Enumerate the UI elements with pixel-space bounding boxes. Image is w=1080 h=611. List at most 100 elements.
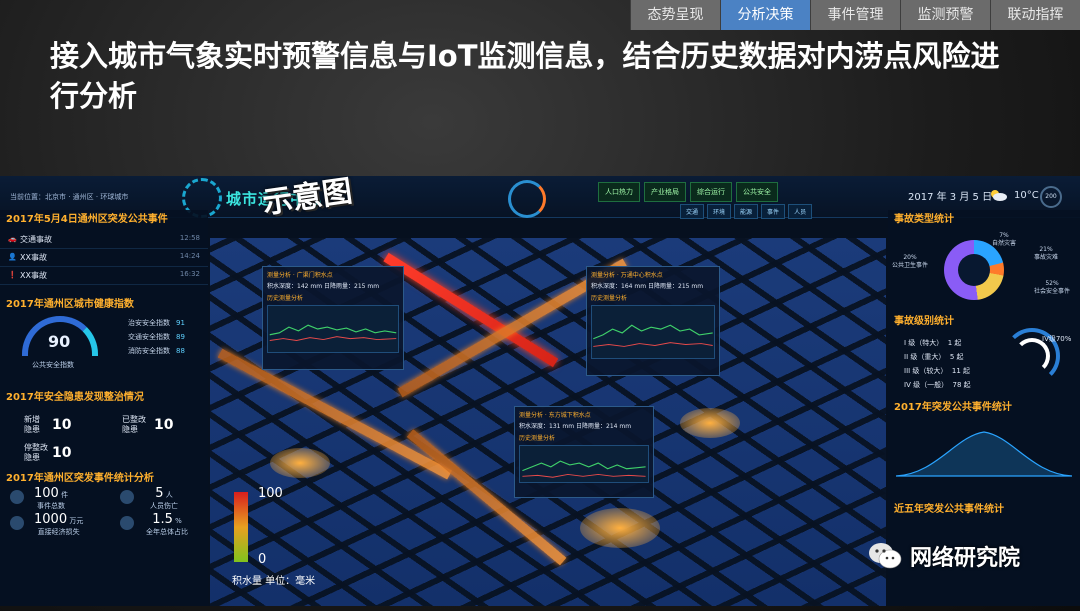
hazard-new-label: 新增 隐患 [24, 415, 40, 434]
level-row: III 级（较大） 11 起 [904, 367, 971, 375]
aqi-badge: 200 [1040, 186, 1062, 208]
popup-history-label: 历史测量分析 [519, 435, 556, 442]
event-name: XX事故 [20, 253, 47, 262]
filter-environment[interactable]: 环境 [707, 204, 732, 219]
temperature: 10°C [1014, 190, 1039, 201]
layer-button-industry[interactable]: 产业格局 [644, 182, 686, 202]
popup-title: 测量分析 · 万通中心积水点 [591, 272, 663, 279]
health-item-label: 治安安全指数 [128, 319, 170, 327]
popup-rain-label: 日降雨量： [324, 283, 355, 290]
pct-health: 20% 公共卫生事件 [892, 254, 929, 269]
hazard-widget: 新增 隐患 10 已整改 隐患 10 停整改 隐患 10 [0, 403, 208, 469]
popup-line-chart [519, 445, 649, 483]
popup-rain-label: 日降雨量： [648, 283, 679, 290]
popup-depth-unit: mm [310, 283, 323, 290]
popup-line-chart [591, 305, 715, 359]
health-value: 90 [48, 332, 71, 351]
popup-depth-label: 积水深度： [267, 283, 298, 290]
event-time: 12:58 [179, 234, 200, 242]
radar-gauge-icon [508, 180, 546, 218]
popup-depth-label: 积水深度： [591, 283, 622, 290]
top-navigation: 态势呈现 分析决策 事件管理 监测预警 联动指挥 [630, 0, 1080, 30]
tab-situation[interactable]: 态势呈现 [630, 0, 720, 30]
popup-rain-unit: mm [691, 283, 704, 290]
popup-depth-value: 164 [621, 283, 633, 290]
filter-people[interactable]: 人员 [788, 204, 813, 219]
hazard-stop-value: 10 [52, 445, 72, 461]
person-icon: 👤 [8, 253, 17, 261]
health-item-value: 89 [176, 333, 185, 341]
sensor-popup[interactable]: 测量分析 · 东方城下积水点 积水深度：131 mm 日降雨量：214 mm 历… [514, 406, 654, 498]
money-icon [10, 516, 24, 530]
popup-rain-value: 215 [354, 283, 366, 290]
legend-caption: 积水量 单位：毫米 [232, 576, 316, 587]
stat-casualty-unit: 人 [165, 491, 173, 499]
filter-energy[interactable]: 能源 [734, 204, 759, 219]
stat-loss-label: 直接经济损失 [37, 528, 80, 536]
health-item-label: 消防安全指数 [128, 347, 170, 355]
weather-cloud-sun-icon [991, 190, 1007, 201]
filter-event[interactable]: 事件 [761, 204, 786, 219]
pct-social: 52% 社会安全事件 [1034, 280, 1071, 295]
popup-rain-value: 215 [678, 283, 690, 290]
popup-depth-value: 142 [297, 283, 309, 290]
tab-event-management[interactable]: 事件管理 [810, 0, 900, 30]
stat-total-unit: 件 [61, 491, 69, 499]
wechat-brand: 网络研究院 [868, 540, 1020, 572]
brand-name: 网络研究院 [910, 546, 1021, 571]
layer-button-population[interactable]: 人口热力 [598, 182, 640, 202]
popup-history-label: 历史测量分析 [267, 295, 304, 302]
stat-title: 2017年通州区突发事件统计分析 [6, 473, 154, 484]
stat-ratio-unit: % [175, 517, 182, 525]
trend-area-chart [896, 431, 1072, 477]
legend-max: 100 [258, 486, 283, 501]
left-panel: 2017年5月4日通州区突发公共事件 🚗 交通事故 12:58 👤 XX事故 1… [0, 210, 208, 606]
layer-button-operation[interactable]: 综合运行 [690, 182, 732, 202]
event-name: 交通事故 [20, 235, 52, 244]
health-item-label: 交通安全指数 [128, 333, 170, 341]
stat-loss: 1000 [34, 512, 68, 527]
event-time: 16:32 [179, 270, 200, 278]
events-title: 2017年5月4日通州区突发公共事件 [6, 214, 168, 225]
popup-rain-label: 日降雨量： [576, 423, 607, 430]
stat-ratio-label: 全年总体占比 [146, 528, 188, 536]
hazard-stop-label: 停整改 隐患 [24, 443, 48, 462]
recent-title: 近五年突发公共事件统计 [894, 504, 1004, 515]
heat-spot [580, 508, 660, 548]
stat-widget: 100 件 事件总数 5 人 人员伤亡 1000 万元 直接经济损失 1.5 %… [0, 484, 208, 544]
stat-ratio: 1.5 [152, 512, 173, 527]
layer-button-safety[interactable]: 公共安全 [736, 182, 778, 202]
event-row[interactable]: 👤 XX事故 14:24 [0, 249, 208, 267]
event-row[interactable]: 🚗 交通事故 12:58 [0, 231, 208, 249]
filter-traffic[interactable]: 交通 [680, 204, 705, 219]
tab-analysis[interactable]: 分析决策 [720, 0, 810, 30]
hazard-title: 2017年安全隐患发现整治情况 [6, 392, 144, 403]
tab-command[interactable]: 联动指挥 [990, 0, 1080, 30]
tab-monitoring[interactable]: 监测预警 [900, 0, 990, 30]
stat-loss-unit: 万元 [69, 517, 84, 525]
breadcrumb: 当前位置：北京市 · 通州区 · 环球城市 [10, 193, 129, 201]
health-item-value: 88 [176, 347, 185, 355]
popup-line-chart [267, 305, 399, 353]
pct-natural: 7% 自然灾害 [992, 232, 1017, 247]
popup-rain-unit: mm [619, 423, 632, 430]
trend-title: 2017年突发公共事件统计 [894, 402, 1012, 413]
health-item-value: 91 [176, 319, 185, 327]
city-3d-map[interactable]: 测量分析 · 广渠门积水点 积水深度：142 mm 日降雨量：215 mm 历史… [210, 238, 886, 606]
sensor-popup[interactable]: 测量分析 · 广渠门积水点 积水深度：142 mm 日降雨量：215 mm 历史… [262, 266, 404, 370]
event-name: XX事故 [20, 271, 47, 280]
sub-filter-group: 交通 环境 能源 事件 人员 [680, 204, 813, 219]
popup-depth-value: 131 [549, 423, 561, 430]
popup-title: 测量分析 · 东方城下积水点 [519, 412, 591, 419]
popup-depth-unit: mm [634, 283, 647, 290]
pie-chart-icon [120, 516, 134, 530]
sensor-popup[interactable]: 测量分析 · 万通中心积水点 积水深度：164 mm 日降雨量：215 mm 历… [586, 266, 720, 376]
event-time: 14:24 [179, 252, 200, 260]
level-row: I 级（特大） 1 起 [904, 339, 962, 347]
hazard-fixed-value: 10 [154, 417, 174, 433]
stat-casualty: 5 [155, 486, 164, 501]
accident-type-donut [944, 240, 1004, 300]
event-row[interactable]: ❗ XX事故 16:32 [0, 267, 208, 285]
wechat-logo-icon [869, 543, 902, 569]
layer-toggle-group: 人口热力 产业格局 综合运行 公共安全 [598, 182, 778, 202]
